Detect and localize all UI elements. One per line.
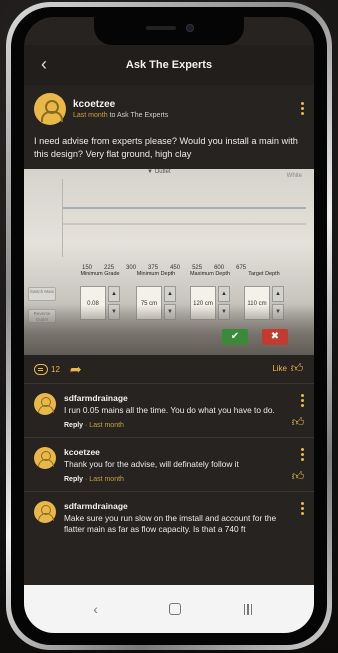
photo-ok-check-icon: ✔: [222, 329, 248, 345]
nav-home-icon[interactable]: [168, 603, 181, 615]
post-meta: kcoetzee Last month to Ask The Experts: [73, 99, 168, 119]
avatar-icon[interactable]: [34, 93, 66, 125]
system-nav-bar: ‹: [24, 585, 314, 633]
app-bar: ‹ Ask The Experts: [24, 45, 314, 85]
comment-item: kcoetzee Thank you for the advise, will …: [24, 438, 314, 491]
photo-outlet-label: ▼ Outlet: [147, 169, 171, 175]
post-time: Last month: [73, 112, 108, 119]
comment-item: sdfarmdrainage Make sure you run slow on…: [24, 492, 314, 543]
content-area[interactable]: kcoetzee Last month to Ask The Experts I…: [24, 85, 314, 585]
like-button[interactable]: Like 👍︎: [272, 361, 304, 375]
avatar-icon[interactable]: [34, 393, 56, 415]
comment-author[interactable]: kcoetzee: [64, 447, 290, 457]
comment-count: 12: [51, 364, 60, 374]
reply-button[interactable]: Reply: [64, 476, 83, 483]
back-arrow-icon[interactable]: ‹: [34, 54, 54, 74]
post-photo[interactable]: ▼ Outlet White 150 225 300 375 450 525 600 675 …: [24, 169, 314, 355]
comment-time: Last month: [89, 422, 124, 429]
post-more-icon[interactable]: [301, 101, 304, 117]
photo-profile-chart: [62, 179, 306, 257]
post-to-word: to: [109, 112, 116, 119]
like-label: Like: [272, 363, 287, 373]
share-icon[interactable]: ➦: [70, 362, 82, 376]
comment-time: Last month: [89, 476, 124, 483]
comment-more-icon[interactable]: [301, 394, 304, 409]
comment-text: Make sure you run slow on the imstall an…: [64, 513, 277, 534]
page-title: Ask The Experts: [125, 59, 213, 71]
thumbs-up-icon[interactable]: 👍︎: [291, 415, 305, 429]
notch: [94, 17, 244, 45]
post-group[interactable]: Ask The Experts: [117, 112, 168, 119]
comment-text: Thank you for the advise, will definatel…: [64, 459, 239, 469]
camera-icon: [186, 24, 194, 32]
avatar-icon[interactable]: [34, 447, 56, 469]
comment-item: sdfarmdrainage I run 0.05 mains all the …: [24, 384, 314, 437]
post-author[interactable]: kcoetzee: [73, 99, 168, 110]
reply-button[interactable]: Reply: [64, 422, 83, 429]
comment-author[interactable]: sdfarmdrainage: [64, 501, 290, 511]
comment-text: I run 0.05 mains all the time. You do wh…: [64, 405, 275, 415]
phone-frame: ‹ Ask The Experts kcoetzee Last month to…: [6, 2, 332, 650]
post-actions: 12 ➦ Like 👍︎: [24, 355, 314, 383]
photo-cancel-x-icon: ✖: [262, 329, 288, 345]
avatar-icon[interactable]: [34, 501, 56, 523]
post-text: I need advise from experts please? Would…: [34, 136, 298, 159]
nav-recents-icon[interactable]: [243, 603, 253, 615]
comment-author[interactable]: sdfarmdrainage: [64, 393, 290, 403]
comment-icon[interactable]: [34, 363, 48, 375]
thumbs-up-icon[interactable]: 👍︎: [291, 469, 305, 483]
photo-switch-main: Switch Main: [28, 287, 56, 301]
thumbs-up-icon: 👍︎: [290, 361, 304, 375]
speaker: [146, 26, 176, 30]
comment-more-icon[interactable]: [301, 448, 304, 463]
comment-footer: Reply · Last month: [64, 476, 124, 483]
nav-back-icon[interactable]: ‹: [86, 601, 106, 617]
photo-white-label: White: [286, 173, 302, 179]
screen: ‹ Ask The Experts kcoetzee Last month to…: [24, 17, 314, 633]
comment-footer: Reply · Last month: [64, 422, 124, 429]
comment-more-icon[interactable]: [301, 502, 304, 517]
phone-bezel: ‹ Ask The Experts kcoetzee Last month to…: [11, 7, 327, 645]
post-header: kcoetzee Last month to Ask The Experts: [24, 85, 314, 133]
post-subline: Last month to Ask The Experts: [73, 112, 168, 119]
